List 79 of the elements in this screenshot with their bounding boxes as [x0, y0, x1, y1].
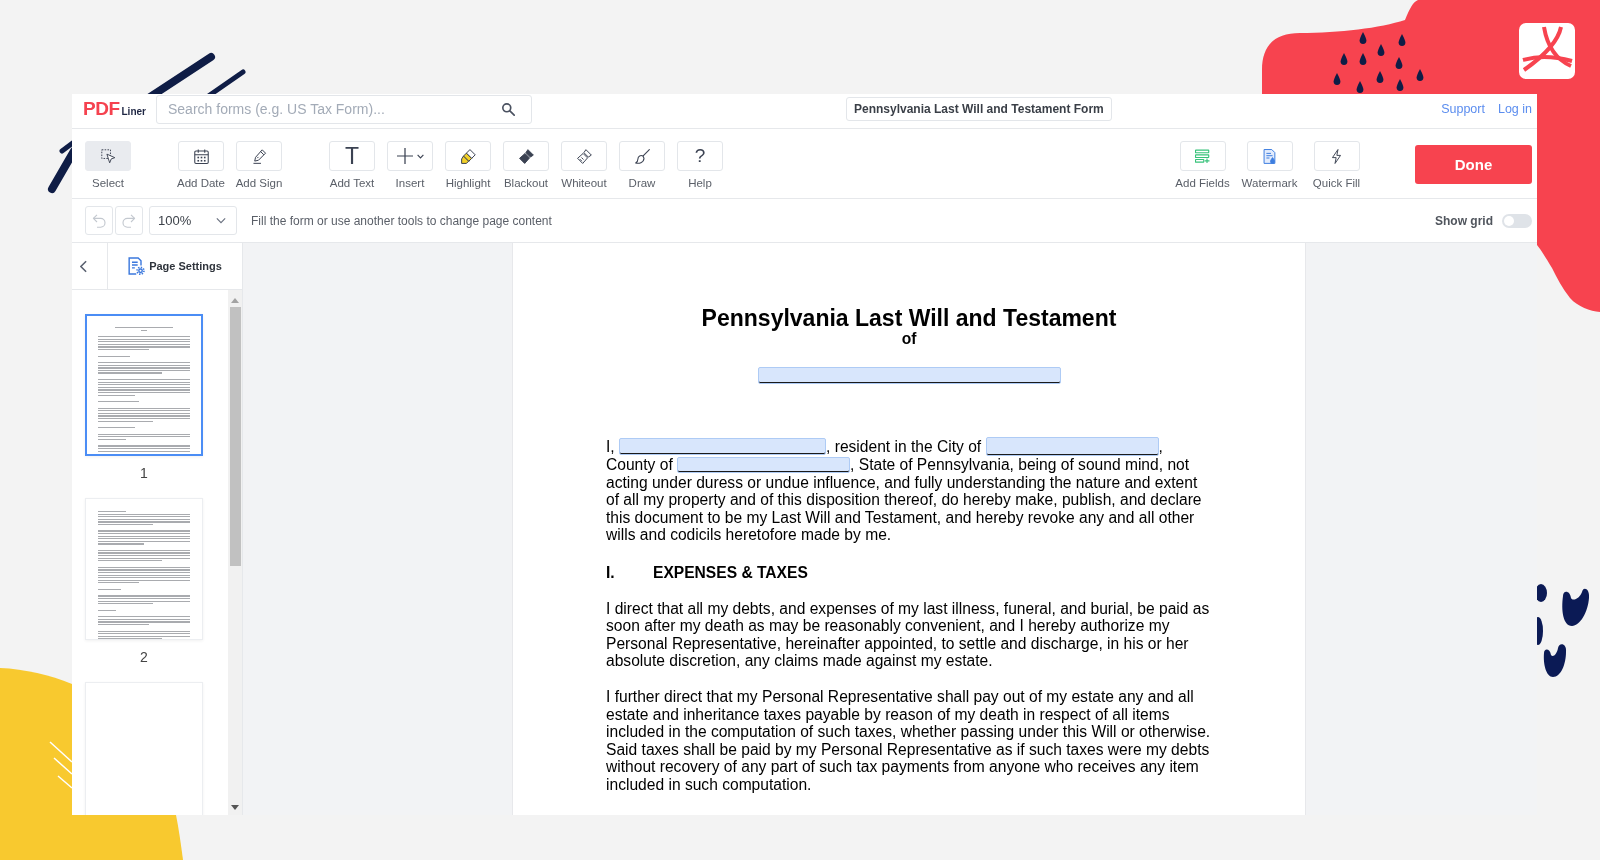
- tool-button[interactable]: Insert: [381, 141, 439, 190]
- page-number: 1: [140, 464, 148, 483]
- tool-button[interactable]: Draw: [613, 141, 671, 190]
- drop-drawing: [1333, 73, 1341, 85]
- drop-drawing: [1376, 71, 1384, 83]
- show-grid-label: Show grid: [1435, 213, 1493, 228]
- hint-text: Fill the form or use another tools to change page content: [251, 213, 552, 228]
- brush-icon: [518, 148, 534, 164]
- tool-button[interactable]: T Add Text: [323, 141, 381, 190]
- tool-button[interactable]: Blackout: [497, 141, 555, 190]
- tool-button[interactable]: Whiteout: [555, 141, 613, 190]
- drop-drawing: [1395, 57, 1403, 69]
- tool-button[interactable]: Watermark: [1236, 141, 1303, 190]
- scroll-up-icon[interactable]: [231, 298, 239, 303]
- logo-suffix: Liner: [121, 106, 146, 117]
- search-icon[interactable]: [502, 102, 515, 116]
- drop-drawing: [1359, 53, 1367, 65]
- grid-toggle[interactable]: [1502, 213, 1532, 228]
- pen-icon: [251, 148, 267, 164]
- paintbrush-icon: [634, 148, 650, 164]
- drop-drawing: [1416, 69, 1424, 81]
- list-plus-icon: [1195, 148, 1210, 164]
- chevron-down-icon: [216, 217, 226, 224]
- drop-drawing: [1359, 32, 1367, 44]
- page-gear-icon: [128, 257, 146, 275]
- tool-button[interactable]: Add Sign: [230, 141, 288, 190]
- body-text: County of: [606, 456, 673, 474]
- fill-in-field[interactable]: [985, 437, 1159, 456]
- body-text: acting under duress or undue influence, and fully understanding the nature and extent of all my property and of this disposition thereof, do hereby make, publish, and declare this document to be my Last Will and Testament, and hereby revoke any and all other wills and codicils heretofore made by me.: [606, 473, 1203, 544]
- search-field[interactable]: Search forms (e.g. US Tax Form)...: [156, 94, 532, 124]
- name-field[interactable]: [757, 367, 1061, 384]
- body-text: I,: [606, 437, 615, 456]
- tool-button[interactable]: Highlight: [439, 141, 497, 190]
- page-thumbnail[interactable]: [85, 314, 203, 456]
- page-settings-button[interactable]: Page Settings: [128, 257, 222, 275]
- fill-in-field[interactable]: [677, 456, 851, 473]
- logo-icon: [1519, 23, 1575, 79]
- tool-button[interactable]: Add Fields: [1169, 141, 1236, 190]
- letter-t-icon: T: [344, 144, 360, 168]
- section-number: I.: [606, 563, 615, 582]
- lightning-icon: [1329, 148, 1344, 164]
- drop-drawing: [1377, 44, 1385, 56]
- drop-drawing: [1398, 34, 1406, 46]
- redo-icon: [122, 213, 136, 228]
- drop-drawing: [1340, 53, 1348, 65]
- drop-drawing: [1356, 81, 1364, 93]
- body-text: , State of Pennsylvania, being of sound mind, not: [850, 456, 1190, 474]
- blot-drawing: [1535, 584, 1547, 602]
- paragraph: I further direct that my Personal Representative shall pay out of my estate any and all estate and inheritance taxes payable by reason of my death in respect of all items included in the computation of such taxes, whether passing under this Will or otherwise. Said taxes shall be paid by my Personal Representative as if such taxes were my debts without recovery of any part of such tax payments from anyone who receives any item included in such computation.: [606, 687, 1212, 794]
- page-number: 2: [140, 648, 148, 667]
- logo-wordmark[interactable]: PDF: [83, 98, 120, 120]
- body-text: , resident in the City of: [826, 437, 982, 456]
- zoom-select[interactable]: 100%: [149, 206, 237, 235]
- fill-in-field[interactable]: [619, 438, 827, 455]
- chevron-left-icon: [80, 259, 87, 273]
- drop-drawing: [1396, 79, 1404, 91]
- tool-button[interactable]: ? Help: [671, 141, 729, 190]
- tool-button[interactable]: Select: [79, 141, 137, 190]
- cursor-icon: [100, 148, 116, 164]
- tool-button[interactable]: Add Date: [172, 141, 230, 190]
- done-button[interactable]: Done: [1415, 145, 1532, 184]
- blot-drawing: [1562, 588, 1590, 626]
- plus-icon: [396, 148, 413, 164]
- document-subtitle: of: [901, 330, 917, 348]
- scrollbar-thumb[interactable]: [229, 307, 241, 566]
- tool-button[interactable]: Quick Fill: [1303, 141, 1370, 190]
- scrollbar[interactable]: [228, 290, 242, 815]
- document-title: Pennsylvania Last Will and Testament: [701, 306, 1117, 330]
- document-icon: [1262, 148, 1277, 164]
- document-name-label: Pennsylvania Last Will and Testament Form: [846, 97, 1112, 121]
- scroll-down-icon[interactable]: [231, 805, 239, 810]
- section-title: EXPENSES & TAXES: [653, 563, 808, 582]
- paragraph: I direct that all my debts, and expenses of my last illness, funeral, and burial, be paid as soon after my death as may be reasonably convenient, and I hereby authorize my Personal Representative, hereinafter appointed, to settle and discharge, in his or her absolute discretion, any claims made against my estate.: [606, 599, 1211, 670]
- brush-icon: [576, 148, 592, 164]
- marker-icon: [460, 148, 476, 164]
- body-text: ,: [1158, 437, 1163, 456]
- help-icon: ?: [694, 145, 706, 167]
- calendar-icon: [193, 148, 209, 164]
- undo-icon: [92, 213, 106, 228]
